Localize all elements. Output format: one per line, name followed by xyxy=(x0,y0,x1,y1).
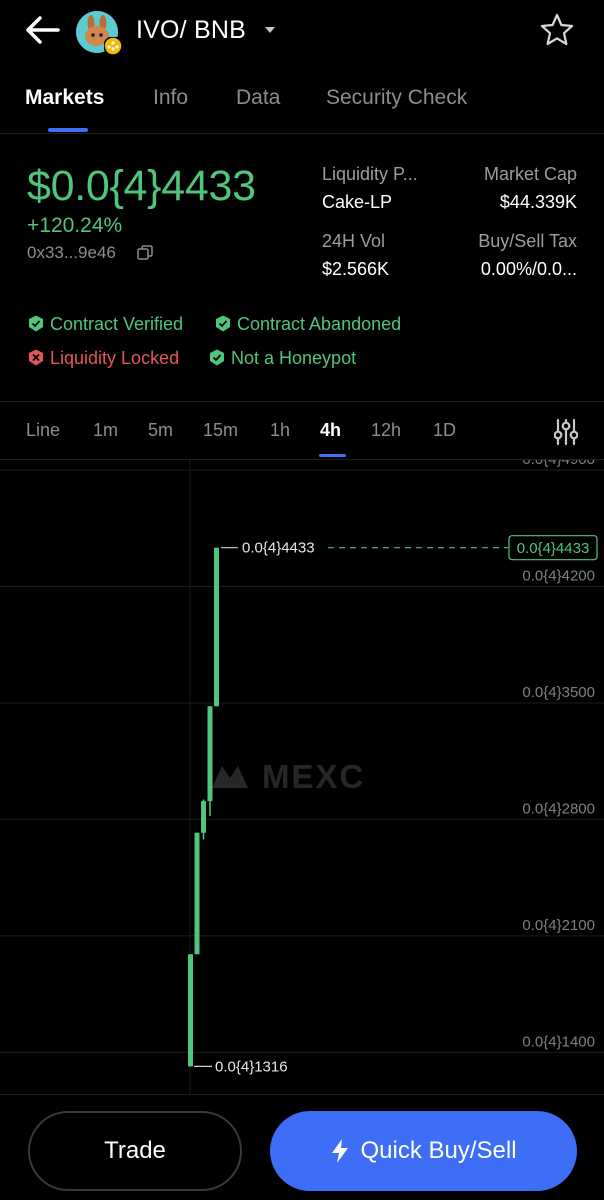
badge-liquidity-locked[interactable]: Liquidity Locked xyxy=(28,348,179,369)
tab-data[interactable]: Data xyxy=(236,86,280,110)
market-cap-value: $44.339K xyxy=(499,192,577,212)
badge-label: Contract Abandoned xyxy=(237,314,402,334)
volume-value: $2.566K xyxy=(322,259,390,279)
price-change: +120.24% xyxy=(27,214,123,237)
watermark-text: MEXC xyxy=(262,758,365,795)
interval-15m[interactable]: 15m xyxy=(203,420,238,441)
shield-check-icon xyxy=(29,315,43,332)
high-label: 0.0{4}4433 xyxy=(242,540,315,557)
chart-settings-icon[interactable] xyxy=(554,418,578,446)
bnb-chain-icon xyxy=(104,37,122,55)
current-price-label: 0.0{4}4433 xyxy=(517,540,590,557)
liquidity-value: Cake-LP xyxy=(322,192,393,212)
interval-4h[interactable]: 4h xyxy=(320,420,341,441)
main-tabs: Markets Info Data Security Check xyxy=(0,70,604,134)
interval-1d[interactable]: 1D xyxy=(433,420,456,441)
badge-label: Contract Verified xyxy=(50,314,184,334)
interval-bar: Line 1m 5m 15m 1h 4h 12h 1D xyxy=(0,404,604,460)
lightning-icon xyxy=(332,1139,349,1163)
y-tick-label: 0.0{4}1400 xyxy=(522,1033,595,1050)
interval-1h[interactable]: 1h xyxy=(270,420,290,441)
market-cap-label: Market Cap xyxy=(483,164,577,184)
contract-address: 0x33...9e46 xyxy=(27,243,116,262)
interval-1m[interactable]: 1m xyxy=(93,420,118,441)
badge-contract-verified[interactable]: Contract Verified xyxy=(28,314,183,335)
tab-info[interactable]: Info xyxy=(153,86,188,110)
volume-label: 24H Vol xyxy=(322,231,386,251)
low-label: 0.0{4}1316 xyxy=(215,1058,288,1075)
tax-label: Buy/Sell Tax xyxy=(478,231,577,251)
price-chart[interactable]: MEXC 0.0{4}4900 0.0{4}4200 0.0{4}3500 0.0{4… xyxy=(0,460,604,1094)
interval-line[interactable]: Line xyxy=(26,420,60,441)
interval-5m[interactable]: 5m xyxy=(148,420,173,441)
copy-icon[interactable] xyxy=(137,245,153,261)
candle-body xyxy=(194,832,200,955)
tab-indicator xyxy=(48,128,88,132)
y-tick-label: 0.0{4}3500 xyxy=(522,684,595,701)
liquidity-label: Liquidity P... xyxy=(322,164,418,184)
candle-body xyxy=(207,706,213,802)
candle-body xyxy=(188,954,193,1067)
y-tick-label: 0.0{4}4900 xyxy=(522,460,595,468)
mexc-logo-icon xyxy=(212,766,248,788)
current-price: $0.0{4}4433 xyxy=(27,162,256,210)
shield-check-icon xyxy=(216,315,230,332)
tax-value: 0.00%/0.0... xyxy=(480,259,577,279)
quick-buy-sell-label: Quick Buy/Sell xyxy=(360,1137,517,1164)
interval-indicator xyxy=(319,454,346,457)
y-tick-label: 0.0{4}2800 xyxy=(522,800,595,817)
y-tick-label: 0.0{4}4200 xyxy=(522,567,595,584)
shield-x-icon xyxy=(29,349,43,366)
mexc-watermark: MEXC xyxy=(212,758,365,795)
pair-title[interactable]: IVO/ BNB xyxy=(136,16,246,45)
candles xyxy=(188,547,219,1067)
token-avatar xyxy=(76,11,122,55)
tab-security-check[interactable]: Security Check xyxy=(326,86,467,110)
section-divider xyxy=(0,401,604,402)
shield-check-icon xyxy=(210,349,224,366)
header: IVO/ BNB xyxy=(0,0,604,62)
tab-markets[interactable]: Markets xyxy=(25,86,104,110)
star-icon[interactable] xyxy=(538,12,576,48)
badge-contract-abandoned[interactable]: Contract Abandoned xyxy=(215,314,401,335)
badge-not-honeypot[interactable]: Not a Honeypot xyxy=(209,348,356,369)
candle-body xyxy=(201,801,206,833)
badge-label: Not a Honeypot xyxy=(231,348,357,368)
badge-label: Liquidity Locked xyxy=(50,348,180,368)
interval-12h[interactable]: 12h xyxy=(371,420,401,441)
trade-button[interactable]: Trade xyxy=(28,1111,242,1191)
quick-buy-sell-button[interactable]: Quick Buy/Sell xyxy=(270,1111,577,1191)
back-arrow-icon[interactable] xyxy=(22,12,62,48)
candle-body xyxy=(214,547,219,707)
bottom-bar: Trade Quick Buy/Sell xyxy=(0,1094,604,1200)
chevron-down-icon[interactable] xyxy=(264,26,276,34)
y-tick-label: 0.0{4}2100 xyxy=(522,917,595,934)
